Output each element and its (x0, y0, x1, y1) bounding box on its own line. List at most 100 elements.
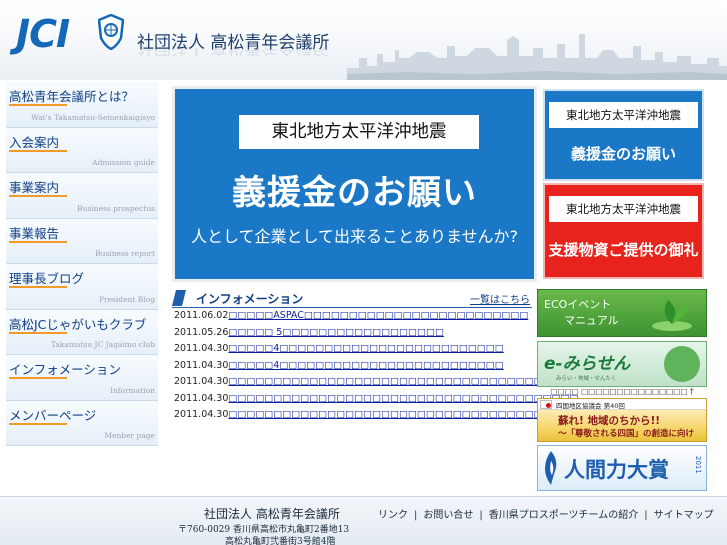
shikoku-banner-label: 四国地区協議会 第40回 (556, 402, 625, 410)
sidebar-item-sublabel: Information (109, 385, 155, 395)
eco-event-manual-banner[interactable]: ECOイベント マニュアル (537, 289, 707, 337)
sidebar-accent-line (9, 195, 67, 197)
list-item: 2011.04.30□□□□□□□□□□□□□□□□□□□□□□□□□□□□□□… (174, 409, 587, 425)
award-year: 2011 (694, 456, 702, 474)
footer-link-contact[interactable]: お問い合せ (423, 510, 473, 521)
org-name-reflection: 社団法人 高松青年会議所 (137, 48, 329, 62)
list-item: 2011.04.30□□□□□4□□□□□□□□□□□□□□□□□□□□□□□□… (174, 360, 504, 376)
sidebar-item-label: メンバーページ (9, 407, 97, 423)
footer-separator: | (414, 510, 418, 521)
view-all-link[interactable]: 一覧はこちら (470, 291, 530, 306)
sidebar-nav: 高松青年会議所とは？ Wat's Takamatsu-Seinenkaigisy… (6, 82, 158, 446)
sidebar-item-label: 入会案内 (9, 134, 60, 150)
news-link[interactable]: □□□□□□□□□□□□□□□□□□□□□□□□□□□□□□□□□□□□□□□□ (228, 409, 587, 420)
japan-flag-icon (540, 400, 552, 409)
news-date: 2011.06.02 (174, 310, 229, 321)
footer-address-line2: 高松丸亀町弐番街3号館4階 (225, 537, 336, 545)
footer-link-sports-teams[interactable]: 香川県プロスポーツチームの紹介 (489, 510, 639, 521)
news-link[interactable]: □□□□□4□□□□□□□□□□□□□□□□□□□□□□□□□ (228, 360, 503, 371)
footer-link-links[interactable]: リンク (378, 510, 408, 521)
eco-banner-line1: ECOイベント (544, 298, 612, 311)
information-title: インフォメーション (196, 292, 304, 306)
shikoku-banner-subheadline: 〜「尊敬される四国」の創造に向けて〜 (558, 429, 695, 439)
sidebar-accent-line (9, 240, 67, 243)
sidebar-item-sublabel: Business prospectus (77, 203, 155, 213)
flag-dot (546, 403, 551, 408)
news-date: 2011.04.30 (174, 376, 229, 387)
banner-main-text: 義援金のお願い (232, 173, 477, 213)
sidebar-item-about[interactable]: 高松青年会議所とは？ Wat's Takamatsu-Seinenkaigisy… (6, 82, 158, 128)
sidebar-accent-line (9, 104, 67, 106)
sidebar-item-information[interactable]: インフォメーション Information (6, 355, 158, 401)
leaf-icon (652, 300, 692, 331)
sidebar-accent-line (9, 331, 67, 334)
banner-title: 東北地方太平洋沖地震 (239, 115, 479, 149)
sidebar-accent-line (9, 286, 67, 288)
news-link[interactable]: □□□□□ 5□□□□□□□□□□□□□□□□□□ (228, 327, 444, 338)
site-header: JCI 社団法人 高松青年会議所 社団法人 高松青年会議所 (0, 0, 727, 80)
sidebar-item-sublabel: Business report (95, 249, 155, 258)
eco-banner-line2: マニュアル (564, 314, 619, 327)
news-date: 2011.05.26 (174, 326, 229, 338)
sidebar-item-president-blog[interactable]: 理事長ブログ President Blog (6, 264, 158, 310)
donation-banner[interactable]: 東北地方太平洋沖地震 義援金のお願い 人として企業として出来ることありませんか? (172, 86, 537, 282)
e-mirasen-banner[interactable]: e-みらせん みらい・地域・せんたく (537, 341, 707, 387)
list-item: 2011.05.26□□□□□ 5□□□□□□□□□□□□□□□□□□ (174, 327, 444, 343)
sidebar-item-member-page[interactable]: メンバーページ Menber page (6, 400, 158, 446)
footer-link-sitemap[interactable]: サイトマップ (654, 510, 714, 521)
news-date: 2011.04.30 (174, 392, 229, 404)
sidebar-item-label: 事業案内 (9, 180, 60, 195)
footer-separator: | (479, 510, 483, 521)
city-skyline-image (347, 34, 727, 80)
footer-org-name: 社団法人 高松青年会議所 (204, 507, 340, 521)
box-main-text: 義援金のお願い (570, 145, 676, 163)
sidebar-item-label: 高松JCじゃがいもクラブ (9, 316, 147, 332)
e-mirasen-caption: □□□□ □□□□□□□□□□□□□□□ † (550, 387, 694, 396)
jci-emblem-icon (98, 14, 124, 50)
sidebar-item-jagaimo-club[interactable]: 高松JCじゃがいもクラブ Takamatsu JC Jagaimo club (6, 309, 158, 355)
sidebar-accent-line (9, 149, 67, 152)
sidebar-item-admission[interactable]: 入会案内 Admission guide (6, 127, 158, 173)
award-flame-icon (545, 451, 557, 485)
sidebar-item-label: 高松青年会議所とは？ (9, 89, 135, 104)
news-date: 2011.04.30 (174, 343, 229, 354)
sidebar-item-business-prospectus[interactable]: 事業案内 Business prospectus (6, 173, 158, 219)
e-mirasen-subtext: みらい・地域・せんたく (556, 376, 617, 382)
news-link[interactable]: □□□□□□□□□□□□□□□□□□□□□□□□□□□□□□□□□□□□□□□ (228, 393, 578, 404)
information-section: インフォメーション 一覧はこちら 2011.06.02□□□□□ASPAC□□□… (172, 288, 587, 428)
site-footer: 社団法人 高松青年会議所 〒760-0029 香川県高松市丸亀町2番地13 高松… (0, 496, 727, 545)
shikoku-banner-headline: 蘇れ! 地域のちから!! (558, 415, 661, 427)
sidebar-item-business-report[interactable]: 事業報告 Business report (6, 218, 158, 264)
list-item: 2011.06.02□□□□□ASPAC□□□□□□□□□□□□□□□□□□□□… (174, 310, 528, 326)
e-mirasen-logo-text: e-みらせん (544, 354, 631, 374)
news-link[interactable]: □□□□□4□□□□□□□□□□□□□□□□□□□□□□□□□ (228, 343, 503, 354)
sidebar-accent-line (9, 422, 67, 425)
news-link[interactable]: □□□□□□□□□□□□□□□□□□□□□□□□□□□□□□□□□□□□ (228, 376, 551, 387)
donation-request-button[interactable]: 東北地方太平洋沖地震 義援金のお願い (543, 89, 704, 181)
box-title: 東北地方太平洋沖地震 (549, 196, 698, 222)
sidebar-item-label: 事業報告 (9, 225, 60, 241)
information-header: インフォメーション 一覧はこちら (172, 288, 532, 308)
relief-supplies-thanks-button[interactable]: 東北地方太平洋沖地震 支援物資ご提供の御礼 (543, 183, 704, 279)
footer-separator: | (644, 510, 648, 521)
sidebar-item-sublabel: Admission guide (92, 158, 155, 167)
news-link[interactable]: □□□□□ASPAC□□□□□□□□□□□□□□□□□□□□□□□□□ (228, 310, 528, 321)
list-item: 2011.04.30□□□□□□□□□□□□□□□□□□□□□□□□□□□□□□… (174, 393, 578, 409)
box-main-text: 支援物資ご提供の御礼 (548, 241, 699, 259)
shikoku-banner-topbar: 四国地区協議会 第40回 (538, 399, 706, 410)
jci-logo[interactable]: JCI (16, 12, 70, 56)
ningenryoku-award-banner[interactable]: 人間力大賞 2011 (537, 445, 707, 491)
list-item: 2011.04.30□□□□□□□□□□□□□□□□□□□□□□□□□□□□□□… (174, 376, 552, 392)
sidebar-item-sublabel: Menber page (104, 431, 155, 440)
sidebar-accent-line (9, 377, 67, 379)
e-mirasen-badge-icon (664, 346, 700, 382)
news-date: 2011.04.30 (174, 359, 229, 371)
footer-links: リンク | お問い合せ | 香川県プロスポーツチームの紹介 | サイトマップ (378, 506, 714, 521)
news-date: 2011.04.30 (174, 409, 229, 420)
sidebar-item-label: 理事長ブログ (9, 271, 85, 286)
sidebar-item-sublabel: Wat's Takamatsu-Seinenkaigisyo (31, 112, 155, 122)
section-marker-icon (172, 290, 186, 306)
box-title: 東北地方太平洋沖地震 (549, 102, 698, 128)
shikoku-conference-banner[interactable]: 四国地区協議会 第40回 蘇れ! 地域のちから!! 〜「尊敬される四国」の創造に… (537, 398, 707, 442)
award-title: 人間力大賞 (564, 458, 669, 482)
